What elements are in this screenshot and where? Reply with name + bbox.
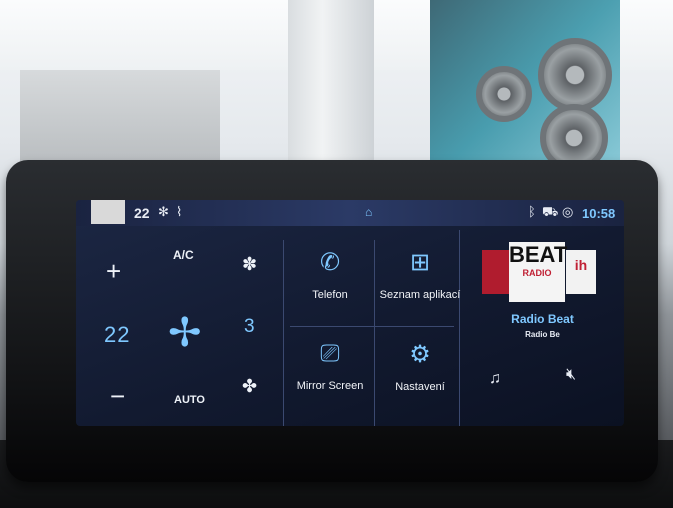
beat-logo-text: BEAT [509, 242, 568, 267]
clock: 10:58 [582, 206, 616, 221]
fan-speed-down-icon[interactable]: ✤ [242, 376, 257, 397]
pillar [288, 0, 374, 170]
settings-tile[interactable]: ⚙ Nastavení [376, 340, 464, 393]
temperature-display[interactable]: 22 [104, 322, 130, 348]
mirror-screen-tile[interactable]: ⎚ Mirror Screen [286, 340, 374, 392]
station-name: Radio Beat [511, 312, 574, 326]
radio-panel[interactable]: BEAT RADIO ih Radio Beat Radio Be ♫ 🔇︎ [461, 230, 624, 426]
wheel-display [476, 66, 532, 122]
gear-icon: ⚙ [409, 341, 431, 368]
mirror-screen-icon: ⎚ [320, 340, 340, 367]
station-logo-left [482, 250, 510, 294]
ac-button[interactable]: A/C [173, 248, 194, 262]
wheel-display [538, 38, 612, 112]
user-avatar[interactable] [91, 200, 125, 224]
temp-down-button[interactable]: − [110, 381, 125, 412]
beat-logo: BEAT RADIO [509, 242, 568, 302]
divider [283, 240, 284, 426]
music-source-icon[interactable]: ♫ [489, 370, 501, 388]
mute-icon[interactable]: 🔇︎ [566, 366, 576, 384]
fan-icon[interactable]: ✢ [168, 310, 202, 356]
divider [290, 326, 454, 327]
beat-logo-sub: RADIO [522, 268, 552, 278]
fan-level: 3 [244, 316, 255, 337]
status-temperature: 22 [134, 205, 150, 221]
station-subtitle: Radio Be [525, 330, 560, 339]
temp-up-button[interactable]: + [106, 256, 121, 287]
apps-grid-icon: ⊞ [409, 249, 431, 276]
auto-button[interactable]: AUTO [174, 394, 205, 406]
phone-icon: ✆ [319, 249, 341, 276]
bluetooth-icon: ᛒ [528, 204, 536, 219]
climate-panel: + A/C ✽ 22 ✢ 3 − AUTO ✤ [76, 226, 281, 426]
connectivity-icon: ◎ [562, 204, 574, 219]
divider [374, 240, 375, 426]
station-logo-right: ih [566, 250, 596, 294]
mirror-screen-label: Mirror Screen [296, 380, 364, 392]
hallway [20, 70, 220, 165]
apps-label: Seznam aplikací [379, 289, 461, 301]
status-bar: 22 ✻ ⌇ ⌂ ᛒ ⛟ ◎ 10:58 [76, 200, 624, 226]
apps-tile[interactable]: ⊞ Seznam aplikací [376, 248, 464, 301]
fan-icon: ✻ [158, 204, 169, 219]
settings-label: Nastavení [395, 381, 445, 393]
infotainment-screen: 22 ✻ ⌇ ⌂ ᛒ ⛟ ◎ 10:58 + A/C ✽ 22 ✢ 3 − AU… [76, 200, 624, 426]
car-icon: ⛟ [542, 204, 559, 219]
home-icon[interactable]: ⌂ [365, 205, 372, 219]
phone-label: Telefon [312, 289, 348, 301]
fan-speed-up-icon[interactable]: ✽ [242, 254, 257, 275]
seat-heat-icon: ⌇ [176, 204, 183, 219]
phone-tile[interactable]: ✆ Telefon [286, 248, 374, 301]
station-logos[interactable]: BEAT RADIO ih [482, 242, 602, 302]
